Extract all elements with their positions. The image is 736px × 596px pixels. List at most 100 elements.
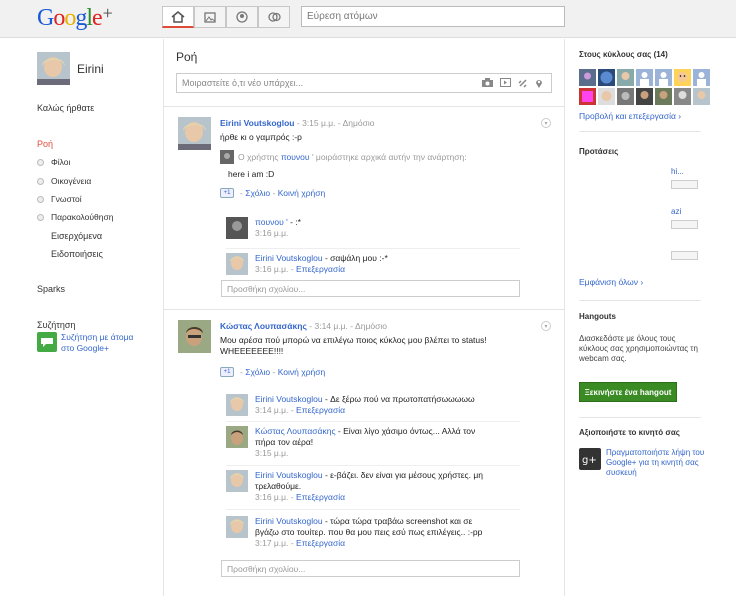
reshare-info: Ο χρήστης πουνου ' μοιράστηκε αρχικά αυτ…: [220, 150, 550, 164]
avatar[interactable]: [226, 394, 248, 416]
circles-button[interactable]: [258, 6, 290, 28]
comment: πουνου ' - :* 3:16 μ.μ.: [226, 217, 520, 249]
avatar[interactable]: [674, 69, 691, 86]
home-button[interactable]: [162, 6, 194, 28]
google-plus-logo[interactable]: Google+: [37, 3, 113, 32]
post-author[interactable]: Eirini Voutskoglou: [220, 118, 294, 128]
avatar[interactable]: [579, 88, 596, 105]
photos-button[interactable]: [194, 6, 226, 28]
plus-one-button[interactable]: +1: [220, 188, 234, 198]
avatar[interactable]: [598, 69, 615, 86]
incoming-link[interactable]: Εισερχόμενα: [51, 231, 102, 241]
edit-link[interactable]: Επεξεργασία: [296, 492, 345, 502]
view-edit-link[interactable]: Προβολή και επεξεργασία ›: [579, 111, 681, 121]
welcome-link[interactable]: Καλώς ήρθατε: [37, 103, 94, 113]
comment-author[interactable]: Eirini Voutskoglou: [255, 470, 323, 480]
profile-summary[interactable]: Eirini: [37, 52, 104, 85]
share-link[interactable]: Κοινή χρήση: [278, 367, 326, 377]
chat-link[interactable]: Συζήτηση με άτομα στο Google+: [37, 332, 133, 354]
search-people-input[interactable]: Εύρεση ατόμων: [301, 6, 565, 27]
reshare-user[interactable]: πουνου: [281, 152, 310, 162]
circle-family[interactable]: Οικογένεια: [37, 176, 91, 186]
divider: [579, 131, 701, 132]
location-pin-icon[interactable]: [535, 78, 543, 88]
page-title: Ροή: [176, 50, 198, 64]
google-plus-app-icon: g+: [579, 448, 601, 470]
add-button[interactable]: [671, 220, 698, 229]
avatar[interactable]: [617, 88, 634, 105]
circles-icon: [267, 12, 281, 22]
share-box[interactable]: Μοιραστείτε ό,τι νέο υπάρχει...: [176, 73, 552, 93]
avatar[interactable]: [693, 88, 710, 105]
avatar: [220, 150, 234, 164]
video-icon[interactable]: [500, 78, 511, 87]
stream-link[interactable]: Ροή: [37, 139, 53, 149]
start-hangout-button[interactable]: Ξεκινήστε ένα hangout: [579, 382, 677, 402]
post-visibility[interactable]: Δημόσιο: [343, 118, 375, 128]
avatar[interactable]: [226, 253, 248, 275]
camera-icon[interactable]: [482, 78, 493, 87]
comment-author[interactable]: Eirini Voutskoglou: [255, 253, 323, 263]
avatar[interactable]: [226, 217, 248, 239]
edit-link[interactable]: Επεξεργασία: [296, 538, 345, 548]
mobile-download[interactable]: g+ Πραγματοποιήστε λήψη του Google+ για …: [579, 448, 726, 478]
avatar[interactable]: [226, 426, 248, 448]
add-button[interactable]: [671, 180, 698, 189]
avatar[interactable]: [178, 117, 211, 150]
mobile-title: Αξιοποιήστε το κινητό σας: [579, 428, 680, 437]
avatar[interactable]: [655, 69, 672, 86]
avatar[interactable]: [636, 88, 653, 105]
circle-following[interactable]: Παρακολούθηση: [37, 212, 113, 222]
avatar[interactable]: [226, 516, 248, 538]
comment-author[interactable]: Eirini Voutskoglou: [255, 516, 323, 526]
post-time[interactable]: 3:14 μ.μ.: [314, 321, 347, 331]
comment-author[interactable]: πουνου ': [255, 217, 288, 227]
comment-link[interactable]: Σχόλιο: [245, 188, 270, 198]
avatar[interactable]: [598, 88, 615, 105]
hangouts-title: Hangouts: [579, 312, 616, 321]
notifications-link[interactable]: Ειδοποιήσεις: [51, 249, 103, 259]
post-header: Κώστας Λουπασάκης - 3:14 μ.μ. - Δημόσιο: [220, 321, 387, 331]
circles-title: Στους κύκλους σας (14): [579, 50, 668, 59]
post-author[interactable]: Κώστας Λουπασάκης: [220, 321, 307, 331]
suggestion: azi: [671, 207, 698, 229]
right-column: Στους κύκλους σας (14) Προβολή και επεξε…: [566, 39, 736, 596]
edit-link[interactable]: Επεξεργασία: [296, 405, 345, 415]
avatar[interactable]: [579, 69, 596, 86]
show-all-link[interactable]: Εμφάνιση όλων ›: [579, 277, 643, 287]
edit-link[interactable]: Επεξεργασία: [296, 264, 345, 274]
post-visibility[interactable]: Δημόσιο: [355, 321, 387, 331]
circle-dot-icon: [37, 195, 44, 203]
avatar[interactable]: [178, 320, 211, 353]
comment-author[interactable]: Κώστας Λουπασάκης: [255, 426, 336, 436]
home-icon: [171, 10, 185, 23]
circle-dot-icon: [37, 177, 44, 185]
avatar[interactable]: [636, 69, 653, 86]
comment-link[interactable]: Σχόλιο: [245, 367, 270, 377]
avatar[interactable]: [674, 88, 691, 105]
reshare-text: here i am :D: [228, 169, 275, 179]
profile-icon: [236, 11, 248, 23]
profile-button[interactable]: [226, 6, 258, 28]
avatar[interactable]: [655, 88, 672, 105]
link-icon[interactable]: [518, 78, 528, 88]
post-time[interactable]: 3:15 μ.μ.: [302, 118, 335, 128]
avatar[interactable]: [226, 470, 248, 492]
main-nav: [162, 6, 290, 28]
post-text: Μου αρέσα πού μπορώ να επιλέγω ποιος κύκ…: [220, 335, 487, 356]
avatar[interactable]: [693, 69, 710, 86]
plus-one-button[interactable]: +1: [220, 367, 234, 377]
comment: Eirini Voutskoglou - τώρα τώρα τραβάω sc…: [226, 516, 520, 558]
add-comment-input[interactable]: Προσθήκη σχολίου...: [221, 280, 520, 297]
comment-author[interactable]: Eirini Voutskoglou: [255, 394, 323, 404]
suggestion: hi...: [671, 167, 698, 189]
avatar[interactable]: [617, 69, 634, 86]
sparks-link[interactable]: Sparks: [37, 284, 65, 294]
comment: Eirini Voutskoglou - Δε ξέρω πού να πρωτ…: [226, 394, 520, 422]
circle-acquaintances[interactable]: Γνωστοί: [37, 194, 82, 204]
avatar: [37, 52, 70, 85]
add-comment-input[interactable]: Προσθήκη σχολίου...: [221, 560, 520, 577]
share-link[interactable]: Κοινή χρήση: [278, 188, 326, 198]
circle-friends[interactable]: Φίλοι: [37, 157, 70, 167]
add-button[interactable]: [671, 251, 698, 260]
